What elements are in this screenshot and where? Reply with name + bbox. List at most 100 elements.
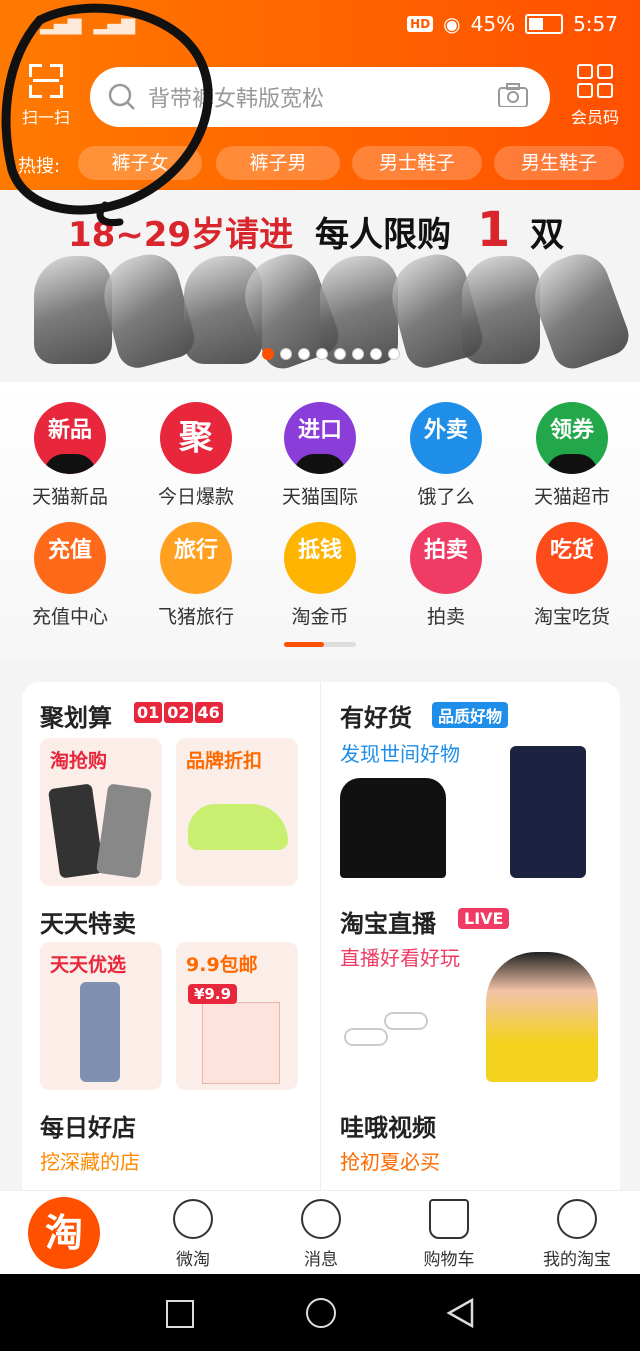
entry-tmall-global[interactable]: 进口 天猫国际 — [260, 402, 380, 509]
tshirt-image[interactable] — [340, 778, 446, 878]
hot-term[interactable]: 男士鞋子 — [352, 146, 482, 180]
tile-9-9-free-ship[interactable]: 9.9包邮 ¥9.9 — [176, 942, 298, 1090]
bottom-tab-bar: 淘 微淘 消息 购物车 我的淘宝 — [0, 1190, 640, 1275]
banner-unit: 双 — [530, 215, 565, 255]
tab-label: 购物车 — [423, 1250, 475, 1270]
entry-label: 今日爆款 — [157, 486, 234, 508]
back-triangle-icon[interactable] — [446, 1298, 476, 1328]
quality-tag: 品质好物 — [432, 702, 509, 728]
jeans-image — [80, 982, 120, 1082]
entry-daily-hot[interactable]: 聚 今日爆款 — [136, 402, 256, 509]
card-title-haodian[interactable]: 每日好店 — [40, 1108, 136, 1143]
eleme-icon: 外卖 — [410, 402, 482, 474]
entry-label: 天猫国际 — [281, 486, 358, 508]
red-envelope-icon: 抵钱 — [284, 522, 356, 594]
hot-term[interactable]: 裤子女 — [78, 146, 202, 180]
shoe-image — [523, 245, 635, 375]
pants-image — [95, 783, 153, 879]
entry-gold-coin[interactable]: 抵钱 淘金币 — [260, 522, 380, 629]
cotton-pads-image — [202, 1002, 280, 1084]
camera-icon[interactable] — [498, 83, 528, 107]
recharge-icon: 充值 — [34, 522, 106, 594]
scan-label: 扫一扫 — [21, 108, 70, 127]
hd-icon: HD — [407, 16, 434, 32]
tile-daily-pick[interactable]: 天天优选 — [40, 942, 162, 1090]
card-title-zhibo[interactable]: 淘宝直播 — [340, 904, 436, 939]
recents-square-icon[interactable] — [166, 1300, 194, 1328]
scan-button[interactable]: 扫一扫 — [18, 64, 74, 134]
entry-recharge[interactable]: 充值 充值中心 — [10, 522, 130, 629]
grid-scroll-indicator — [284, 642, 356, 647]
promo-banner[interactable]: 18~29岁请进 每人限购 1 双 — [0, 190, 640, 380]
tab-home-taobao[interactable]: 淘 — [28, 1197, 100, 1269]
shoe-image — [34, 256, 112, 364]
activity-cards: 聚划算 01 02 46 淘抢购 品牌折扣 有好货 品质好物 发现世间好物 天天特卖… — [22, 682, 620, 1202]
card-title-juhuasuan[interactable]: 聚划算 — [40, 698, 112, 733]
divider — [320, 682, 321, 1202]
search-icon — [108, 83, 135, 110]
entry-fliggy[interactable]: 旅行 飞猪旅行 — [136, 522, 256, 629]
home-circle-icon[interactable] — [306, 1298, 336, 1328]
tab-weitao[interactable]: 微淘 — [138, 1199, 248, 1270]
fliggy-pig-icon: 旅行 — [160, 522, 232, 594]
banner-number: 1 — [476, 202, 511, 258]
card-title-shipin[interactable]: 哇哦视频 — [340, 1108, 436, 1143]
tile-label: 淘抢购 — [50, 750, 108, 772]
card-title-tiantian[interactable]: 天天特卖 — [40, 904, 136, 939]
entry-tmall-market[interactable]: 领券 天猫超市 — [512, 402, 632, 509]
status-right: HD ◉ 45% 5:57 — [407, 12, 618, 36]
hot-search-label: 热搜: — [18, 156, 61, 177]
chat-bubble-icon — [301, 1199, 341, 1239]
entry-foodie[interactable]: 吃货 淘宝吃货 — [512, 522, 632, 629]
entry-label: 淘宝吃货 — [533, 606, 610, 628]
tab-my-taobao[interactable]: 我的淘宝 — [522, 1199, 632, 1270]
entry-eleme[interactable]: 外卖 饿了么 — [386, 402, 506, 509]
signal-icon-2: ▂▄▆ — [93, 14, 136, 35]
banner-text-limit: 每人限购 — [314, 215, 451, 255]
tmall-cat-icon: 新品 — [34, 402, 106, 474]
foodie-icon: 吃货 — [536, 522, 608, 594]
ju-icon: 聚 — [160, 402, 232, 474]
card-subtitle: 挖深藏的店 — [40, 1150, 140, 1174]
status-left: ▂▄▆ ▂▄▆ — [40, 14, 135, 35]
banner-pagination — [262, 348, 400, 360]
tab-messages[interactable]: 消息 — [266, 1199, 376, 1270]
banner-headline: 18~29岁请进 每人限购 1 双 — [68, 202, 564, 258]
entry-tmall-new[interactable]: 新品 天猫新品 — [10, 402, 130, 509]
card-subtitle: 发现世间好物 — [340, 742, 460, 766]
clock: 5:57 — [573, 12, 618, 36]
entry-label: 天猫超市 — [533, 486, 610, 508]
tile-label: 天天优选 — [50, 954, 127, 976]
card-title-youhaohuo[interactable]: 有好货 — [340, 698, 412, 733]
countdown-timer: 01 02 46 — [134, 702, 223, 723]
streamer-image[interactable] — [486, 952, 598, 1082]
earbuds-image[interactable] — [344, 1002, 434, 1062]
sneaker-image — [188, 804, 288, 850]
member-code-label: 会员码 — [570, 108, 619, 127]
heart-wave-icon — [173, 1199, 213, 1239]
battery-percent: 45% — [470, 12, 516, 36]
hot-term[interactable]: 男生鞋子 — [494, 146, 624, 180]
live-tag: LIVE — [458, 908, 510, 929]
tab-cart[interactable]: 购物车 — [394, 1199, 504, 1270]
member-code-icon — [577, 64, 613, 98]
battery-icon — [525, 14, 564, 34]
scan-icon — [29, 64, 63, 98]
banner-text-age: 18~29岁请进 — [68, 215, 294, 255]
entry-label: 飞猪旅行 — [157, 606, 234, 628]
auction-icon: 拍卖 — [410, 522, 482, 594]
tile-label: 9.9包邮 — [186, 954, 258, 976]
entry-label: 充值中心 — [31, 606, 108, 628]
person-icon — [557, 1199, 597, 1239]
entry-auction[interactable]: 拍卖 拍卖 — [386, 522, 506, 629]
hot-term[interactable]: 裤子男 — [216, 146, 340, 180]
tmall-cat-icon: 领券 — [536, 402, 608, 474]
track-pants-image[interactable] — [510, 746, 586, 878]
entry-label: 天猫新品 — [31, 486, 108, 508]
member-code-button[interactable]: 会员码 — [566, 64, 624, 134]
tile-label: 品牌折扣 — [186, 750, 263, 772]
tile-brand-discount[interactable]: 品牌折扣 — [176, 738, 298, 886]
tile-taoqianggou[interactable]: 淘抢购 — [40, 738, 162, 886]
search-input[interactable]: 背带裤女韩版宽松 — [90, 67, 550, 127]
entry-label: 淘金币 — [291, 606, 349, 628]
